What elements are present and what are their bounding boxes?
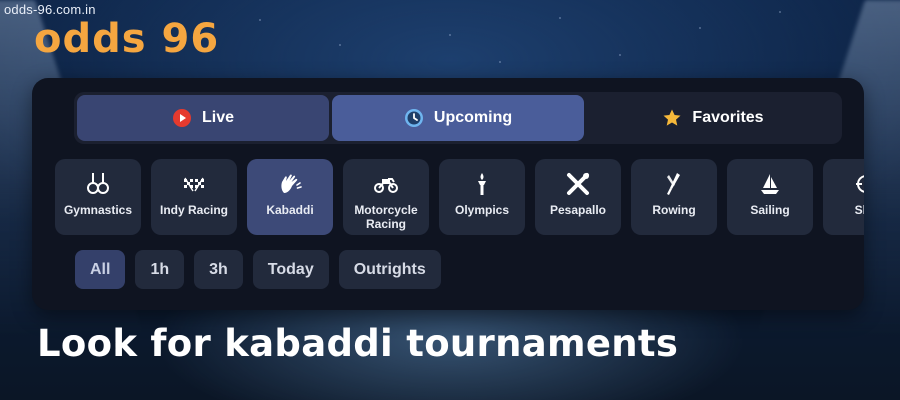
sport-olympics[interactable]: Olympics: [439, 159, 525, 235]
sport-kabaddi[interactable]: Kabaddi: [247, 159, 333, 235]
sport-indy-racing[interactable]: Indy Racing: [151, 159, 237, 235]
sport-motorcycle-racing[interactable]: Motorcycle Racing: [343, 159, 429, 235]
filter-1h[interactable]: 1h: [135, 250, 185, 289]
sport-label: Indy Racing: [159, 203, 228, 217]
sport-pesapallo[interactable]: Pesapallo: [535, 159, 621, 235]
gymnastics-rings-icon: [85, 171, 111, 197]
tab-upcoming[interactable]: Upcoming: [332, 95, 584, 141]
brand-logo: odds 96: [34, 16, 220, 62]
sport-label: Pesapallo: [549, 203, 607, 217]
sailboat-icon: [757, 171, 783, 197]
sport-label: Rowing: [652, 203, 696, 217]
sport-label: Sailing: [750, 203, 790, 217]
tab-upcoming-label: Upcoming: [433, 109, 513, 126]
sport-shooting[interactable]: Sho: [823, 159, 864, 235]
motorcycle-icon: [373, 171, 399, 197]
sport-label: Olympics: [454, 203, 510, 217]
torch-icon: [469, 171, 495, 197]
tab-favorites-label: Favorites: [692, 109, 764, 126]
clock-icon: [404, 108, 424, 128]
sports-carousel: Gymnastics Indy Racing Kabaddi Motorcycl…: [55, 159, 864, 235]
sport-gymnastics[interactable]: Gymnastics: [55, 159, 141, 235]
filter-outrights[interactable]: Outrights: [338, 250, 441, 289]
time-filters: All 1h 3h Today Outrights: [75, 250, 441, 290]
tab-live[interactable]: Live: [77, 95, 329, 141]
site-url: odds-96.com.in: [4, 2, 96, 17]
filter-all[interactable]: All: [75, 250, 126, 289]
filter-3h[interactable]: 3h: [194, 250, 243, 289]
tab-live-label: Live: [201, 109, 234, 126]
crosshair-icon: [853, 171, 864, 197]
tab-favorites[interactable]: Favorites: [587, 95, 839, 141]
kabaddi-hand-icon: [277, 171, 303, 197]
sport-label: Gymnastics: [63, 203, 133, 217]
sport-label: Kabaddi: [266, 203, 314, 217]
star-icon: [662, 108, 682, 128]
oars-icon: [661, 171, 687, 197]
sport-label: Sho: [854, 203, 864, 217]
sport-sailing[interactable]: Sailing: [727, 159, 813, 235]
caption-text: Look for kabaddi tournaments: [37, 322, 679, 365]
filter-today[interactable]: Today: [252, 250, 329, 289]
sport-rowing[interactable]: Rowing: [631, 159, 717, 235]
event-tabs: Live Upcoming Favorites: [74, 92, 842, 144]
live-icon: [172, 108, 192, 128]
crossed-bats-icon: [565, 171, 591, 197]
sport-label: Motorcycle Racing: [354, 203, 418, 231]
sports-menu-panel: Live Upcoming Favorites Gymnastics Indy …: [32, 78, 864, 310]
checkered-flags-icon: [181, 171, 207, 197]
